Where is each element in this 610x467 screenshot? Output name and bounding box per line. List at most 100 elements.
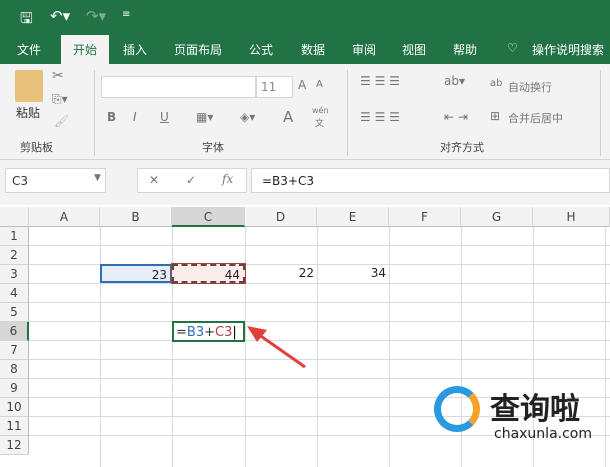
gridline [100, 227, 101, 467]
wrap-text-button[interactable]: 自动换行 [508, 79, 552, 95]
tab-help[interactable]: 帮助 [453, 41, 477, 58]
tab-data[interactable]: 数据 [301, 41, 325, 58]
row-header-3[interactable]: 3 [0, 265, 29, 284]
shrink-font-button[interactable]: A [316, 79, 323, 90]
tab-home[interactable]: 开始 [61, 35, 110, 64]
format-painter-icon[interactable]: 🖌 [54, 114, 69, 128]
fill-color-icon[interactable]: ◈▾ [240, 110, 255, 124]
underline-button[interactable]: U [160, 110, 169, 124]
gridline [29, 283, 610, 284]
gridline [29, 321, 610, 322]
wrap-text-icon: ab [490, 78, 503, 89]
undo-icon[interactable]: ↶▾ [50, 7, 70, 25]
enter-button[interactable]: ✓ [186, 173, 196, 187]
redo-icon[interactable]: ↷▾ [86, 7, 106, 25]
name-box[interactable]: C3 [5, 168, 106, 193]
row-header-10[interactable]: 10 [0, 398, 29, 417]
font-name-select[interactable] [101, 76, 256, 98]
paste-icon[interactable] [15, 70, 43, 102]
tab-insert[interactable]: 插入 [123, 41, 147, 58]
col-header-g[interactable]: G [461, 207, 533, 227]
paste-button[interactable]: 粘贴 [16, 104, 40, 121]
select-all[interactable] [0, 207, 29, 227]
equals: = [176, 325, 187, 340]
col-header-h[interactable]: H [533, 207, 610, 227]
gridline [29, 245, 610, 246]
phonetic-button[interactable]: wén [312, 106, 329, 115]
text-cursor: | [232, 325, 237, 340]
row-header-9[interactable]: 9 [0, 379, 29, 398]
save-icon[interactable]: 🖫 [20, 8, 33, 33]
gridline [317, 227, 318, 467]
divider [94, 70, 95, 156]
copy-icon[interactable]: ⎘▾ [52, 92, 68, 107]
row-header-5[interactable]: 5 [0, 303, 29, 322]
font-color-button[interactable]: A [283, 108, 293, 126]
col-header-e[interactable]: E [317, 207, 389, 227]
tab-review[interactable]: 审阅 [352, 41, 376, 58]
formula-bar: C3 ▼ ✕ ✓ fx =B3+C3 [0, 160, 610, 205]
cut-icon[interactable]: ✂ [52, 68, 64, 84]
phonetic-char: 文 [315, 119, 325, 129]
row-header-7[interactable]: 7 [0, 341, 29, 360]
chevron-down-icon[interactable]: ▼ [94, 173, 101, 183]
tab-view[interactable]: 视图 [402, 41, 426, 58]
group-font: 字体 [202, 141, 224, 154]
gridline [29, 359, 610, 360]
ref-c3: C3 [215, 325, 233, 340]
title-bar: 🖫 ↶▾ ↷▾ ≡ [0, 0, 610, 35]
insert-function-button[interactable]: fx [222, 172, 233, 186]
cell-e3[interactable]: 34 [317, 264, 389, 283]
gridline [29, 340, 610, 341]
font-size-select[interactable]: 11 [256, 76, 293, 98]
col-header-b[interactable]: B [100, 207, 172, 227]
watermark-logo: 查询啦 chaxunla.com [430, 378, 605, 448]
tab-formulas[interactable]: 公式 [249, 41, 273, 58]
orientation-icon[interactable]: ab▾ [444, 74, 465, 88]
align-top-icon[interactable]: ☰ ☰ ☰ [360, 74, 400, 88]
cell-b3[interactable]: 23 [100, 264, 172, 283]
gridline [29, 302, 610, 303]
merge-center-button[interactable]: 合并后居中 [508, 110, 563, 126]
tab-page-layout[interactable]: 页面布局 [174, 41, 222, 58]
col-header-f[interactable]: F [389, 207, 461, 227]
col-header-a[interactable]: A [29, 207, 100, 227]
col-header-d[interactable]: D [245, 207, 317, 227]
divider [600, 70, 601, 156]
border-icon[interactable]: ▦▾ [196, 110, 213, 124]
divider [347, 70, 348, 156]
cell-c6-editing[interactable]: =B3+C3| [172, 321, 245, 342]
merge-icon: ⊞ [490, 109, 501, 123]
watermark-name: 查询啦 [490, 392, 580, 427]
row-header-1[interactable]: 1 [0, 227, 29, 246]
cell-c3[interactable]: 44 [171, 263, 246, 284]
gridline [172, 227, 173, 467]
italic-button[interactable]: I [133, 110, 137, 124]
group-alignment: 对齐方式 [440, 141, 484, 154]
annotation-arrow [247, 326, 306, 369]
indent-icon[interactable]: ⇤ ⇥ [444, 110, 468, 124]
ref-b3: B3 [186, 325, 205, 340]
row-header-8[interactable]: 8 [0, 360, 29, 379]
row-header-2[interactable]: 2 [0, 246, 29, 265]
grow-font-button[interactable]: A [298, 78, 306, 92]
row-header-4[interactable]: 4 [0, 284, 29, 303]
align-left-icon[interactable]: ☰ ☰ ☰ [360, 110, 400, 124]
row-header-11[interactable]: 11 [0, 417, 29, 436]
row-header-12[interactable]: 12 [0, 436, 29, 455]
plus: + [204, 325, 216, 340]
tell-me-search[interactable]: 操作说明搜索 [532, 41, 604, 58]
bold-button[interactable]: B [107, 110, 116, 124]
formula-input[interactable]: =B3+C3 [251, 168, 610, 193]
row-header-6[interactable]: 6 [0, 322, 29, 341]
customize-icon[interactable]: ≡ [122, 9, 130, 20]
group-clipboard: 剪贴板 [20, 141, 53, 154]
tab-file[interactable]: 文件 [17, 41, 41, 58]
cancel-button[interactable]: ✕ [149, 173, 159, 187]
col-header-c[interactable]: C [172, 207, 245, 227]
ribbon: 粘贴 ✂ ⎘▾ 🖌 剪贴板 11 A A B I U ▦▾ ◈▾ A wén 文… [0, 64, 610, 160]
ribbon-tabs: 文件 开始 插入 页面布局 公式 数据 审阅 视图 帮助 ♡ 操作说明搜索 [0, 35, 610, 64]
gridline [389, 227, 390, 467]
lightbulb-icon: ♡ [507, 41, 518, 55]
cell-d3[interactable]: 22 [245, 264, 317, 283]
